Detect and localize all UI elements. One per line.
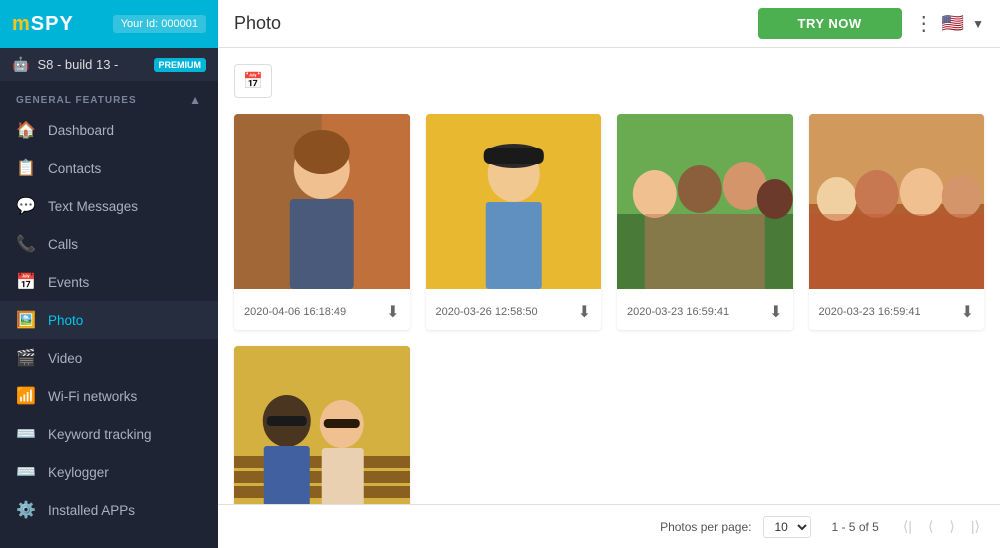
sidebar-item-photo[interactable]: 🖼️ Photo <box>0 301 218 339</box>
download-button-3[interactable]: ⬇ <box>769 302 782 322</box>
android-icon: 🤖 <box>12 56 29 73</box>
sidebar-item-events[interactable]: 📅 Events <box>0 263 218 301</box>
photo-thumb-5 <box>234 346 410 504</box>
next-page-button[interactable]: ⟩ <box>945 516 958 537</box>
general-features-label: GENERAL FEATURES ▲ <box>0 81 218 111</box>
video-icon: 🎬 <box>16 348 36 368</box>
sidebar-item-label: Text Messages <box>48 199 138 214</box>
sidebar-item-keyword-tracking[interactable]: ⌨️ Keyword tracking <box>0 415 218 453</box>
page-title: Photo <box>234 13 281 34</box>
main-content: Photo TRY NOW ⋮ 🇺🇸 ▼ 📅 <box>218 0 1000 548</box>
sidebar-item-installed-apps[interactable]: ⚙️ Installed APPs <box>0 491 218 529</box>
calls-icon: 📞 <box>16 234 36 254</box>
sidebar-item-label: Keylogger <box>48 465 109 480</box>
photo-info-4: 2020-03-23 16:59:41 ⬇ <box>809 294 985 330</box>
flag-icon[interactable]: 🇺🇸 <box>942 13 964 34</box>
photo-info-2: 2020-03-26 12:58:50 ⬇ <box>426 294 602 330</box>
sidebar-item-video[interactable]: 🎬 Video <box>0 339 218 377</box>
calendar-filter: 📅 <box>234 64 984 98</box>
sidebar: mSPY Your Id: 000001 🤖 S8 - build 13 - P… <box>0 0 218 548</box>
premium-badge: PREMIUM <box>154 58 207 72</box>
sidebar-item-label: Photo <box>48 313 83 328</box>
photo-date-2: 2020-03-26 12:58:50 <box>436 306 538 318</box>
photo-date-4: 2020-03-23 16:59:41 <box>819 306 921 318</box>
user-id-badge: Your Id: 000001 <box>113 15 206 33</box>
sidebar-item-label: Contacts <box>48 161 101 176</box>
sidebar-item-calls[interactable]: 📞 Calls <box>0 225 218 263</box>
pagination-bar: Photos per page: 10 25 50 1 - 5 of 5 ⟨| … <box>218 504 1000 548</box>
sidebar-item-label: Keyword tracking <box>48 427 152 442</box>
contacts-icon: 📋 <box>16 158 36 178</box>
events-icon: 📅 <box>16 272 36 292</box>
prev-page-button[interactable]: ⟨ <box>924 516 937 537</box>
sidebar-item-keylogger[interactable]: ⌨️ Keylogger <box>0 453 218 491</box>
pagination-range: 1 - 5 of 5 <box>831 520 878 534</box>
sidebar-item-dashboard[interactable]: 🏠 Dashboard <box>0 111 218 149</box>
try-now-button[interactable]: TRY NOW <box>758 8 902 39</box>
photo-card-3: 2020-03-23 16:59:41 ⬇ <box>617 114 793 330</box>
device-name: S8 - build 13 - <box>37 57 145 72</box>
wifi-icon: 📶 <box>16 386 36 406</box>
download-button-4[interactable]: ⬇ <box>961 302 974 322</box>
sidebar-item-label: Video <box>48 351 82 366</box>
photo-thumb-2 <box>426 114 602 289</box>
photo-date-1: 2020-04-06 16:18:49 <box>244 306 346 318</box>
messages-icon: 💬 <box>16 196 36 216</box>
photo-info-3: 2020-03-23 16:59:41 ⬇ <box>617 294 793 330</box>
photo-icon: 🖼️ <box>16 310 36 330</box>
last-page-button[interactable]: |⟩ <box>967 516 984 537</box>
device-row[interactable]: 🤖 S8 - build 13 - PREMIUM <box>0 48 218 81</box>
photo-grid-row1: 2020-04-06 16:18:49 ⬇ 2 <box>234 114 984 330</box>
sidebar-item-text-messages[interactable]: 💬 Text Messages <box>0 187 218 225</box>
photo-card-1: 2020-04-06 16:18:49 ⬇ <box>234 114 410 330</box>
logo: mSPY <box>12 13 74 36</box>
photo-card-5: 2020-03-20 10:22:15 ⬇ <box>234 346 410 504</box>
photo-thumb-1 <box>234 114 410 289</box>
photo-thumb-4 <box>809 114 985 289</box>
topbar: Photo TRY NOW ⋮ 🇺🇸 ▼ <box>218 0 1000 48</box>
sidebar-item-label: Installed APPs <box>48 503 135 518</box>
sidebar-item-contacts[interactable]: 📋 Contacts <box>0 149 218 187</box>
chevron-up-icon: ▲ <box>189 93 202 107</box>
keyboard-icon: ⌨️ <box>16 424 36 444</box>
sidebar-header: mSPY Your Id: 000001 <box>0 0 218 48</box>
sidebar-item-label: Calls <box>48 237 78 252</box>
topbar-icons: ⋮ 🇺🇸 ▼ <box>914 11 984 36</box>
photo-card-2: 2020-03-26 12:58:50 ⬇ <box>426 114 602 330</box>
photo-grid-row2: 2020-03-20 10:22:15 ⬇ <box>234 346 984 504</box>
photo-card-4: 2020-03-23 16:59:41 ⬇ <box>809 114 985 330</box>
sidebar-item-label: Dashboard <box>48 123 114 138</box>
sidebar-item-label: Events <box>48 275 89 290</box>
per-page-select[interactable]: 10 25 50 <box>763 516 811 538</box>
photo-date-3: 2020-03-23 16:59:41 <box>627 306 729 318</box>
keylogger-icon: ⌨️ <box>16 462 36 482</box>
calendar-filter-button[interactable]: 📅 <box>234 64 272 98</box>
photo-info-1: 2020-04-06 16:18:49 ⬇ <box>234 294 410 330</box>
content-area: 📅 2020-04-06 16:18:49 <box>218 48 1000 504</box>
per-page-label: Photos per page: <box>660 520 751 534</box>
apps-icon: ⚙️ <box>16 500 36 520</box>
photo-thumb-3 <box>617 114 793 289</box>
download-button-1[interactable]: ⬇ <box>386 302 399 322</box>
home-icon: 🏠 <box>16 120 36 140</box>
sidebar-item-wifi-networks[interactable]: 📶 Wi-Fi networks <box>0 377 218 415</box>
more-options-icon[interactable]: ⋮ <box>914 11 934 36</box>
sidebar-item-label: Wi-Fi networks <box>48 389 137 404</box>
dropdown-arrow-icon[interactable]: ▼ <box>972 17 984 31</box>
first-page-button[interactable]: ⟨| <box>899 516 916 537</box>
download-button-2[interactable]: ⬇ <box>578 302 591 322</box>
